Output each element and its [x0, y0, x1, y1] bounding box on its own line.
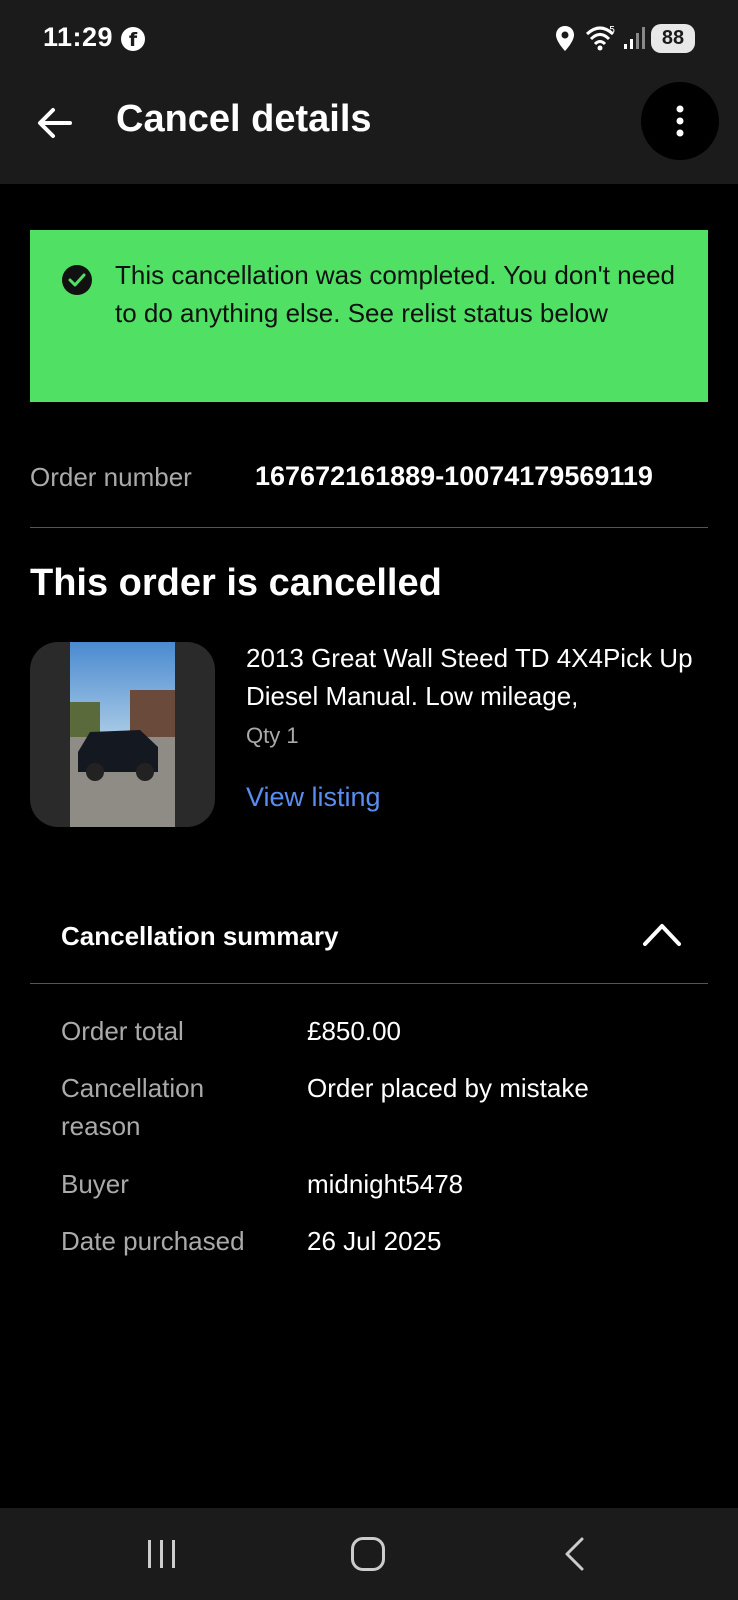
item-thumbnail[interactable] [30, 642, 215, 827]
nav-home-icon[interactable] [351, 1537, 385, 1571]
view-listing-link[interactable]: View listing [246, 782, 381, 813]
summary-value: 26 Jul 2025 [307, 1226, 442, 1256]
page-title: Cancel details [116, 98, 372, 140]
status-time: 11:29 [43, 22, 114, 52]
wifi-icon: 5 [585, 25, 615, 51]
item-quantity: Qty 1 [246, 723, 299, 748]
svg-text:5: 5 [609, 25, 615, 36]
item-title[interactable]: 2013 Great Wall Steed TD 4X4Pick Up Dies… [246, 639, 706, 715]
more-options-button[interactable] [641, 82, 719, 160]
nav-recents-icon[interactable] [145, 1538, 179, 1570]
summary-value: Order placed by mistake [307, 1073, 589, 1103]
battery-indicator: 88 [651, 24, 695, 53]
item-photo [70, 642, 175, 827]
success-banner: This cancellation was completed. You don… [30, 230, 708, 402]
facebook-icon: f [121, 27, 145, 51]
back-button[interactable] [30, 99, 78, 147]
more-vertical-icon [676, 105, 684, 137]
order-number-row: Order number 167672161889-10074179569119 [30, 461, 708, 528]
status-bar: 11:29 f 5 88 [0, 0, 738, 78]
summary-label: Cancellation reason [61, 1073, 205, 1141]
system-nav-bar [0, 1508, 738, 1600]
check-circle-icon [62, 265, 92, 295]
back-arrow-icon [38, 108, 72, 138]
summary-value[interactable]: midnight5478 [307, 1165, 707, 1203]
order-number-value: 167672161889-10074179569119 [255, 461, 653, 491]
summary-label: Date purchased [61, 1226, 245, 1256]
summary-label: Buyer [61, 1169, 129, 1199]
summary-title: Cancellation summary [61, 921, 339, 951]
summary-value: £850.00 [307, 1016, 401, 1046]
nav-back-icon[interactable] [562, 1536, 586, 1572]
location-icon [556, 26, 574, 51]
banner-message: This cancellation was completed. You don… [115, 260, 676, 328]
summary-label: Order total [61, 1016, 184, 1046]
signal-icon [624, 27, 645, 49]
section-title: This order is cancelled [30, 562, 442, 604]
chevron-up-icon [643, 924, 681, 946]
cancellation-summary-header[interactable]: Cancellation summary [30, 898, 708, 984]
app-bar: Cancel details [0, 78, 738, 184]
order-number-label: Order number [30, 462, 192, 492]
